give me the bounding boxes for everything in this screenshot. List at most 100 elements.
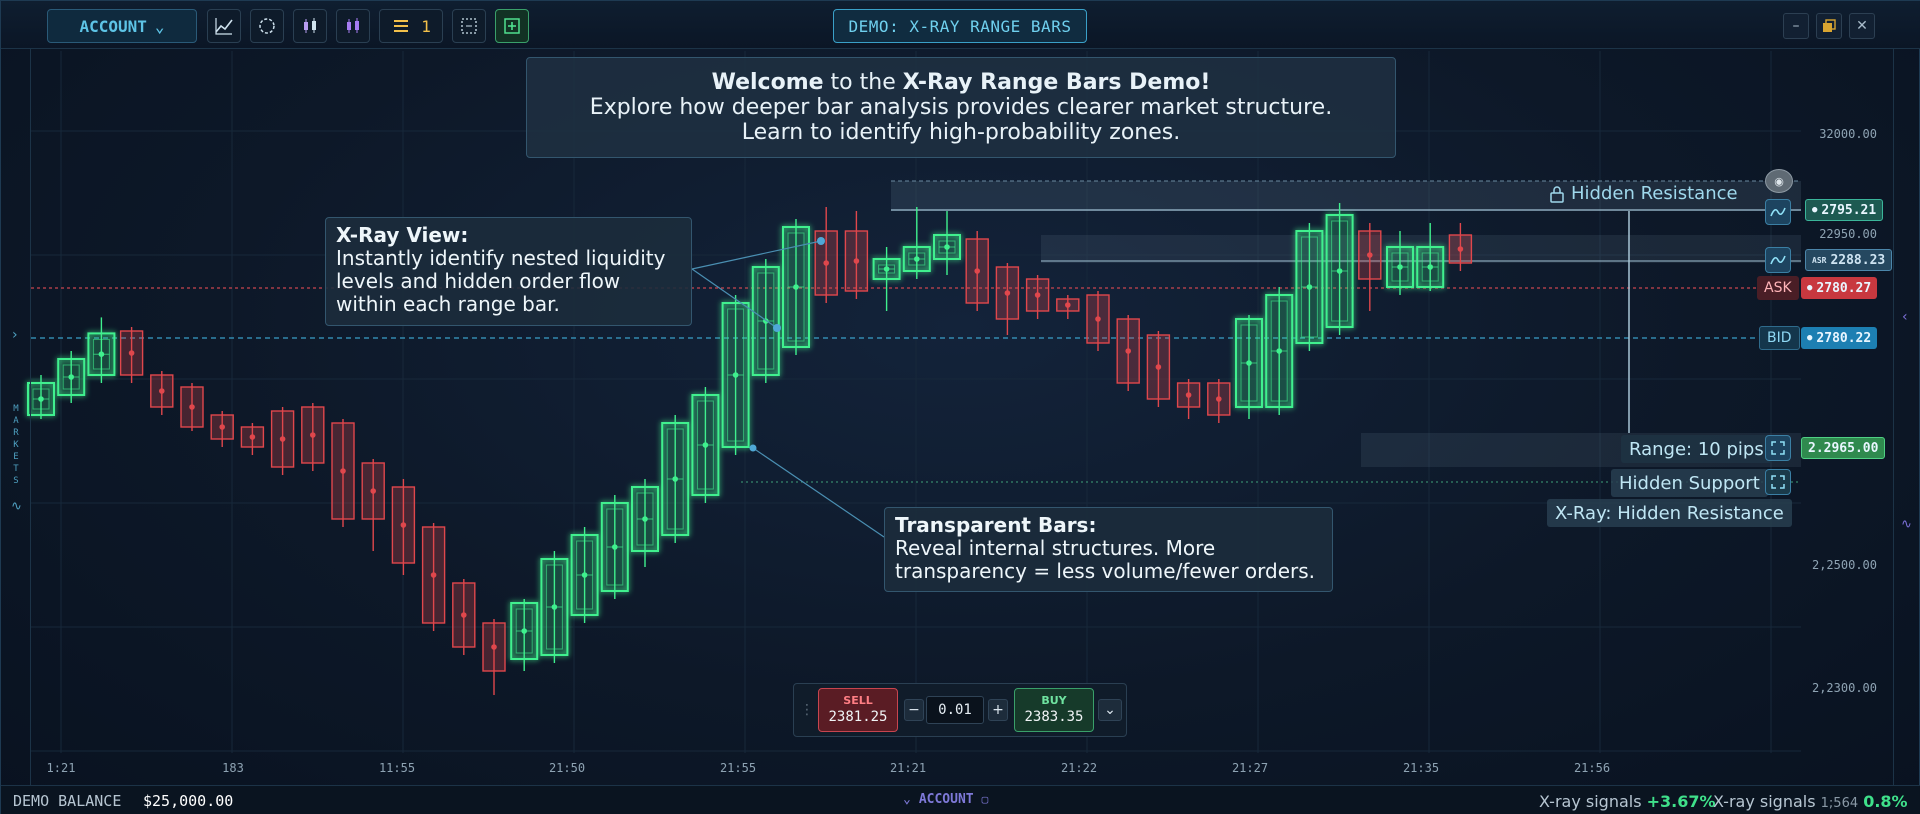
decrease-qty-button[interactable]: − [904,699,924,721]
bear-candle [844,211,869,299]
dot-icon: ● [1807,283,1813,293]
candle-mid-dot [219,424,225,430]
range-label: Range: 10 pips [1621,435,1772,463]
bull-candle [1416,223,1445,291]
welcome-demo-name: X-Ray Range Bars Demo! [902,70,1211,95]
ask-price-tag: ● 2780.27 [1801,277,1878,299]
asr-tool-button[interactable] [1765,247,1791,273]
account-dropdown[interactable]: ACCOUNT ⌄ [47,9,197,43]
candle-mid-dot [400,522,407,528]
candles-icon [304,18,316,33]
bear-candle [150,371,174,415]
signals-label: X-ray signals [1713,792,1816,811]
markets-letter: M [13,404,19,414]
lock-icon [1550,185,1564,203]
support-expand-button[interactable] [1765,469,1791,495]
calendar-icon: ▢ [981,793,989,806]
restore-button[interactable] [1816,13,1842,39]
buy-button[interactable]: BUY 2383.35 [1014,688,1094,732]
minimize-button[interactable]: – [1783,13,1809,39]
bear-candle [119,327,144,383]
crosshair-icon [259,18,275,34]
wave-icon: ∿ [1901,517,1912,532]
candle-mid-dot [68,374,74,380]
range-price-tag: 2.2965.00 [1801,437,1886,459]
candle-mid-dot [1155,364,1162,370]
candle-mid-dot [128,350,135,356]
bear-candle [1176,379,1201,419]
trend-icon [1770,255,1786,265]
range-expand-button[interactable] [1765,435,1791,461]
bull-candle [661,415,690,543]
sell-button[interactable]: SELL 2381.25 [818,688,898,732]
bear-candle [1116,315,1140,391]
bull-candle [1295,223,1324,351]
candle-mid-dot [249,434,256,440]
welcome-connector: to the [823,70,903,95]
candle-mid-dot [1185,392,1192,398]
transparent-bars-heading: Transparent Bars: [895,513,1097,537]
connector-dot [773,324,781,332]
line-chart-icon [215,18,233,35]
order-panel: ⋮ SELL 2381.25 − 0.01 + BUY 2383.35 ⌄ [793,683,1127,737]
markets-letter: E [13,452,19,462]
balance-label: DEMO BALANCE [13,792,122,810]
quantity-input[interactable]: 0.01 [926,696,984,724]
bear-candle [482,619,506,695]
dot-icon: ● [1807,333,1813,343]
candle-mid-dot [944,244,950,250]
markets-strip[interactable]: › MARKETS ∿ [1,49,31,785]
crosshair-button[interactable] [250,9,284,43]
candles-button[interactable] [293,9,327,43]
bear-candle [1056,295,1080,319]
bear-candle [1146,331,1171,407]
eye-toggle[interactable]: ◉ [1765,169,1793,193]
resistance-tool-button[interactable] [1765,199,1791,225]
bull-candle [691,387,720,503]
increase-qty-button[interactable]: + [988,699,1008,721]
asr-label: ASR [1812,255,1827,265]
select-button[interactable] [452,9,486,43]
order-options-button[interactable]: ⌄ [1098,699,1122,721]
bull-candle [933,211,961,275]
close-button[interactable]: ✕ [1849,13,1875,39]
drag-handle-icon[interactable]: ⋮ [800,702,814,718]
candle-mid-dot [1367,252,1373,258]
x-tick-label: 21:22 [1060,761,1098,775]
candle-mid-dot [1065,302,1071,308]
candles-alt-button[interactable] [336,9,370,43]
bear-candle [210,411,234,447]
candle-mid-dot [914,256,920,262]
bull-candle [570,527,599,623]
transparent-bars-callout: Transparent Bars: Reveal internal struct… [884,507,1333,592]
transparent-bars-body: Reveal internal structures. More transpa… [895,536,1316,583]
candle-mid-dot [159,388,165,394]
expand-icon [1771,475,1785,489]
add-panel-icon [504,18,520,34]
line-chart-button[interactable] [207,9,241,43]
buy-price: 2383.35 [1024,709,1084,725]
candle-mid-dot [642,516,648,522]
candle-mid-dot [98,351,105,358]
xray-view-callout: X-Ray View: Instantly identify nested li… [325,217,692,326]
transparent-connector [752,447,885,538]
bull-candle [872,247,901,311]
markets-letter: T [13,464,19,474]
minimize-icon: – [1792,18,1800,34]
markets-letter: R [13,428,19,438]
right-side-strip[interactable]: ‹ ∿ [1893,49,1919,785]
candle-mid-dot [1125,348,1131,354]
account-toggle[interactable]: ⌄ ACCOUNT ▢ [903,792,988,807]
markets-letter: S [13,476,19,486]
account-toggle-label: ACCOUNT [918,792,974,807]
bear-candle [240,423,265,455]
candle-mid-dot [340,468,346,474]
hidden-resistance-label: Hidden Resistance [1549,183,1738,204]
bear-candle [814,207,838,303]
add-panel-button[interactable] [495,9,529,43]
indicators-button[interactable]: 1 [379,9,443,43]
bull-candle [782,219,810,355]
bear-candle [1207,379,1231,423]
bear-candle [301,403,325,471]
bear-candle [421,523,446,631]
